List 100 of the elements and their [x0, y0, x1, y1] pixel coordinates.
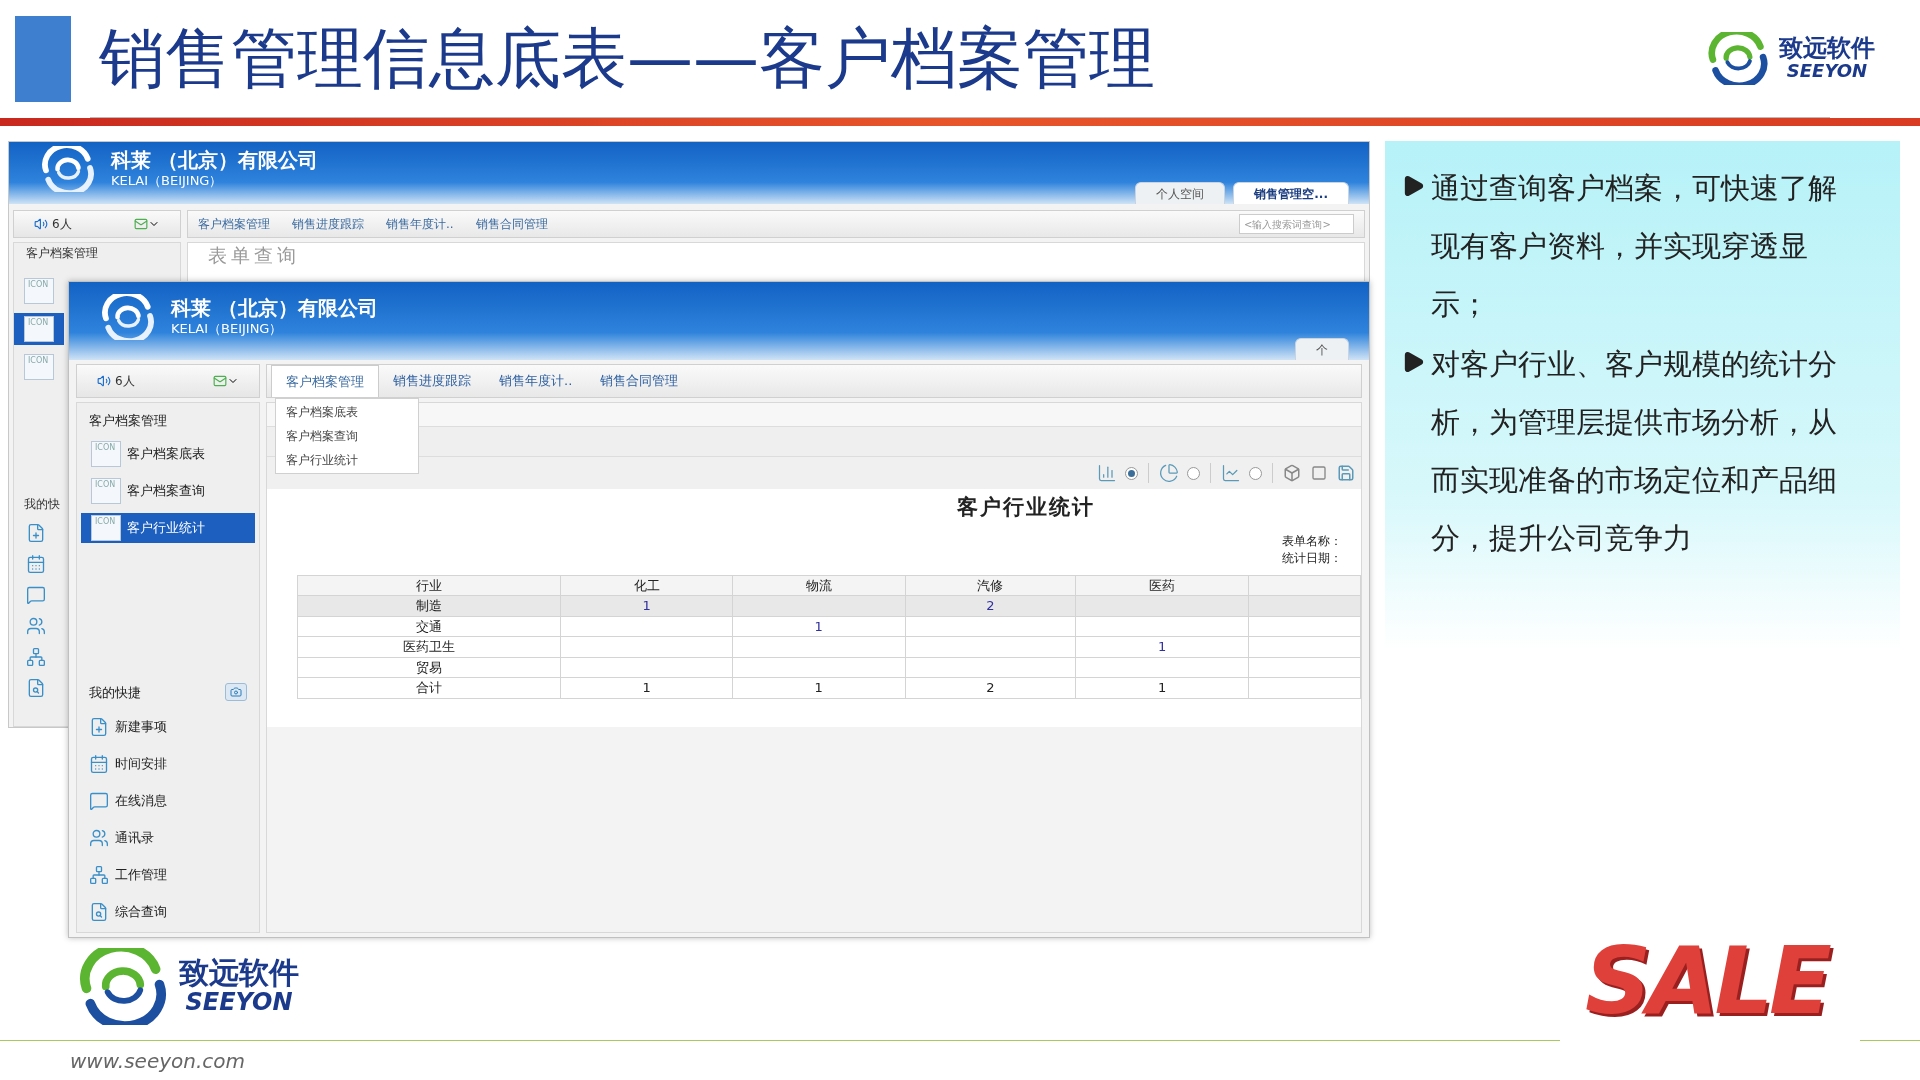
sale-label: SALE — [1585, 936, 1828, 1028]
shortcut-item[interactable]: 时间安排 — [89, 751, 167, 777]
sidebar-item[interactable]: ICON 客户行业统计 — [81, 512, 255, 543]
table-cell: 1 — [642, 598, 651, 613]
swirl-logo-icon — [99, 293, 157, 341]
column-header: 汽修 — [905, 575, 1076, 596]
menu-tab[interactable]: 客户档案管理 — [271, 365, 379, 397]
line-chart-icon[interactable] — [1221, 463, 1241, 483]
company-name-english: KELAI（BEIJING） — [111, 173, 224, 190]
sidebar-item[interactable]: ICON 客户档案底表 — [81, 438, 255, 469]
menu-tab[interactable]: 销售年度计.. — [485, 365, 587, 397]
column-header: 化工 — [560, 575, 733, 596]
table-cell: 1 — [814, 680, 823, 695]
dropdown-item[interactable]: 客户档案查询 — [286, 427, 358, 445]
company-name-english: KELAI（BEIJING） — [171, 321, 284, 338]
space-tab[interactable]: 销售管理空... — [1233, 182, 1349, 204]
table-cell: 制造 — [416, 598, 443, 613]
website-url: www.seeyon.com — [70, 1048, 245, 1075]
menu-tab[interactable]: 销售合同管理 — [586, 365, 693, 397]
table-cell: 1 — [642, 680, 651, 695]
bullet-arrow-icon — [1403, 351, 1425, 373]
pie-chart-icon[interactable] — [1159, 463, 1179, 483]
shortcut-item[interactable]: 新建事项 — [89, 714, 167, 740]
company-name: 科莱 （北京）有限公司 — [171, 296, 378, 322]
table-cell: 贸易 — [416, 659, 443, 675]
icon-placeholder: ICON — [24, 278, 54, 304]
file-plus-icon — [26, 523, 46, 543]
table-cell: 1 — [1158, 639, 1167, 654]
table-cell: 合计 — [416, 680, 443, 695]
swirl-logo-icon — [39, 145, 97, 193]
speaker-icon — [34, 217, 48, 231]
online-count: 6人 — [52, 216, 72, 233]
message-icon — [89, 791, 109, 811]
page-heading: 表单查询 — [208, 244, 300, 266]
menu-tab[interactable]: 销售合同管理 — [475, 215, 548, 233]
message-icon — [26, 585, 46, 605]
sidebar-title: 客户档案管理 — [88, 412, 167, 430]
bullet-text: 通过查询客户档案，可快速了解现有客户资料，并实现穿透显示； — [1431, 170, 1838, 323]
hierarchy-icon — [26, 647, 46, 667]
space-tab[interactable]: 个人空间 — [1135, 182, 1226, 204]
camera-icon — [230, 686, 242, 699]
save-icon[interactable] — [1337, 464, 1355, 482]
space-tab[interactable]: 个 — [1295, 338, 1349, 360]
shortcut-heading: 我的快捷 — [89, 683, 141, 702]
search-icon — [26, 678, 46, 698]
report-title: 客户行业统计 — [957, 493, 1095, 521]
logo-name: 致远软件 — [179, 958, 299, 989]
menu-tab[interactable]: 销售年度计.. — [386, 215, 454, 233]
icon-placeholder: ICON — [24, 316, 54, 342]
table-cell: 2 — [986, 680, 995, 695]
radio-button[interactable] — [1187, 466, 1200, 480]
logo-brand: SEEYON — [185, 990, 293, 1015]
sidebar-title: 客户档案管理 — [25, 245, 98, 261]
cube-icon[interactable] — [1283, 464, 1301, 482]
shortcut-item[interactable]: 工作管理 — [89, 862, 167, 888]
table-cell: 1 — [1158, 680, 1167, 695]
bar-chart-icon[interactable] — [1097, 463, 1117, 483]
column-header: 医药 — [1075, 575, 1249, 596]
file-plus-icon — [89, 717, 109, 737]
table-cell: 2 — [986, 598, 995, 613]
logo-name: 致远软件 — [1779, 36, 1875, 61]
table-cell: 交通 — [416, 618, 443, 634]
icon-placeholder: ICON — [24, 354, 54, 380]
report-meta-label: 表单名称： — [1282, 532, 1342, 550]
dropdown-item[interactable]: 客户档案底表 — [286, 403, 358, 421]
icon-placeholder: ICON — [91, 440, 121, 467]
icon-placeholder: ICON — [91, 514, 121, 541]
icon-placeholder: ICON — [91, 477, 121, 504]
online-count: 6人 — [115, 373, 135, 390]
calendar-icon — [26, 554, 46, 574]
swirl-logo-icon — [1705, 32, 1771, 85]
mail-icon[interactable] — [213, 374, 227, 388]
table-cell: 医药卫生 — [403, 639, 456, 654]
hierarchy-icon — [89, 865, 109, 885]
square-icon[interactable] — [1311, 465, 1327, 481]
search-icon — [89, 902, 109, 922]
shortcut-heading: 我的快 — [23, 496, 60, 513]
menu-tab[interactable]: 销售进度跟踪 — [379, 365, 485, 397]
report-meta-label: 统计日期： — [1282, 549, 1342, 567]
bullet-text: 对客户行业、客户规模的统计分析，为管理层提供市场分析，从而实现准备的市场定位和产品细分，提升公司竞争力 — [1431, 346, 1838, 557]
column-header: 行业 — [297, 575, 561, 596]
column-header: 物流 — [732, 575, 906, 596]
slide-title: 销售管理信息底表——客户档案管理 — [99, 19, 1155, 99]
logo-brand: SEEYON — [1786, 62, 1868, 81]
menu-tab[interactable]: 客户档案管理 — [198, 215, 270, 233]
shortcut-item[interactable]: 通讯录 — [89, 825, 154, 851]
menu-tab[interactable]: 销售进度跟踪 — [292, 215, 364, 233]
bullet-arrow-icon — [1403, 175, 1425, 197]
search-field[interactable]: <输入搜索词查询> — [1239, 214, 1354, 234]
shortcut-item[interactable]: 综合查询 — [89, 899, 167, 925]
speaker-icon — [97, 374, 111, 388]
mail-icon[interactable] — [134, 217, 148, 231]
radio-button[interactable] — [1249, 466, 1262, 480]
company-name: 科莱 （北京）有限公司 — [111, 148, 318, 174]
sidebar-item[interactable]: ICON 客户档案查询 — [81, 475, 255, 506]
table-cell: 1 — [814, 618, 823, 634]
calendar-icon — [89, 754, 109, 774]
shortcut-item[interactable]: 在线消息 — [89, 788, 167, 814]
dropdown-item[interactable]: 客户行业统计 — [286, 451, 358, 469]
radio-button[interactable] — [1125, 466, 1138, 480]
